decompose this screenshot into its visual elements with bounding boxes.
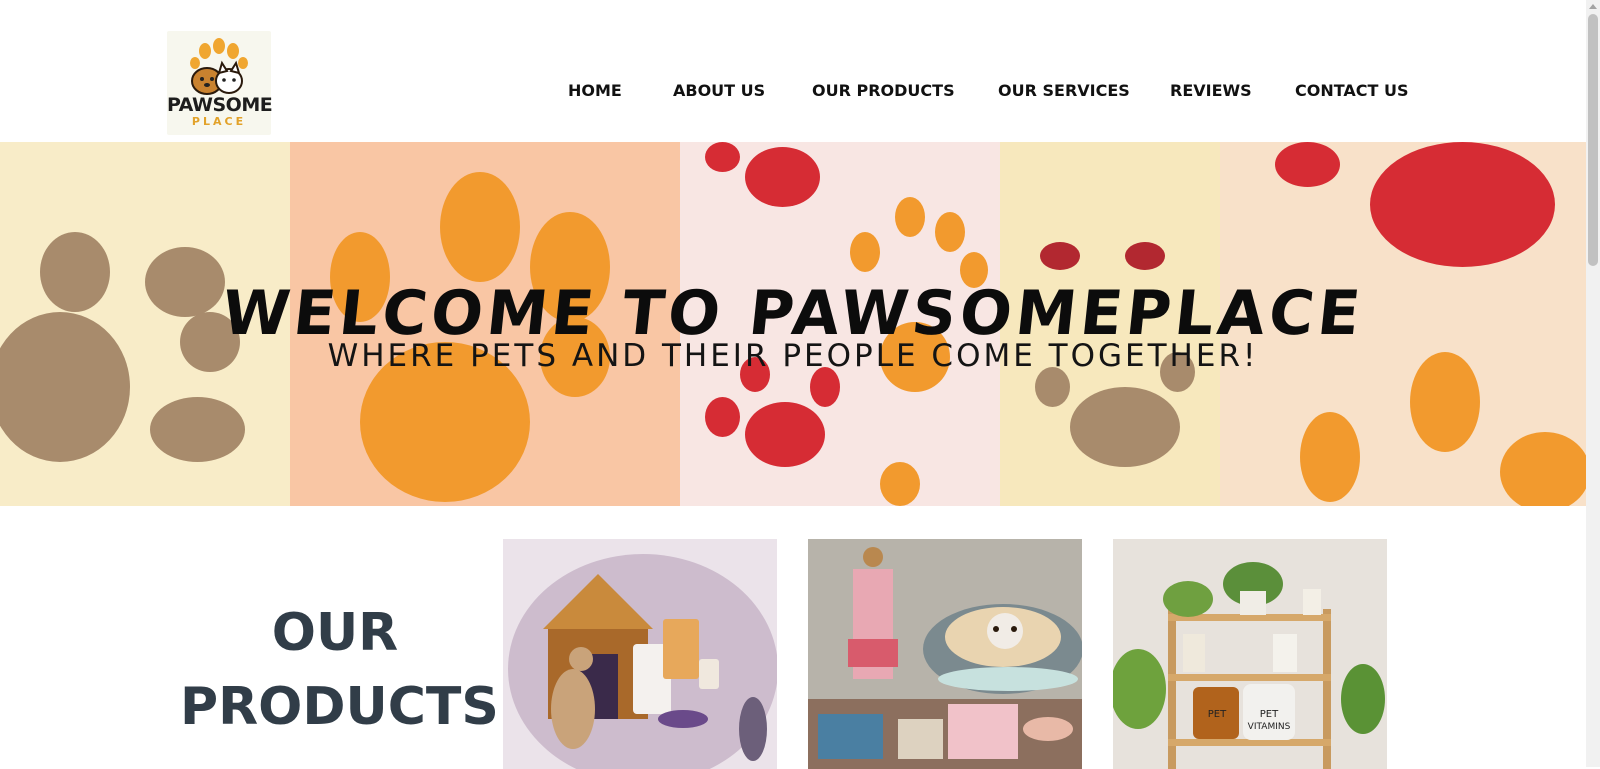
nav-contact-us[interactable]: CONTACT US bbox=[1295, 80, 1409, 102]
hero-banner: WELCOME TO PAWSOMEPLACE WHERE PETS AND T… bbox=[0, 142, 1586, 506]
paw-print-icon bbox=[440, 172, 520, 282]
products-heading: OUR PRODUCTS bbox=[180, 596, 499, 744]
pet-clothing-and-bed-photo-icon bbox=[808, 539, 1082, 769]
paw-print-icon bbox=[1370, 142, 1555, 267]
paw-print-icon bbox=[850, 232, 880, 272]
paw-print-icon bbox=[745, 147, 820, 207]
logo-name: PAWSOME bbox=[167, 94, 273, 116]
nav-our-products[interactable]: OUR PRODUCTS bbox=[812, 80, 955, 102]
vitamin-jar-label: PET bbox=[1260, 709, 1279, 720]
nav-our-services[interactable]: OUR SERVICES bbox=[998, 80, 1130, 102]
pet-vitamins-shelf-photo-icon: PET PET VITAMINS bbox=[1113, 539, 1387, 769]
paw-print-icon bbox=[1070, 387, 1180, 467]
scrollbar-thumb[interactable] bbox=[1588, 14, 1598, 266]
products-heading-line2: PRODUCTS bbox=[180, 677, 499, 737]
paw-print-icon bbox=[150, 397, 245, 462]
vitamin-jar-label: PET bbox=[1208, 709, 1227, 720]
paw-print-icon bbox=[935, 212, 965, 252]
pet-food-and-house-illustration-icon bbox=[503, 539, 777, 769]
product-card-vitamins[interactable]: PET PET VITAMINS bbox=[1113, 539, 1387, 769]
paw-print-icon bbox=[880, 462, 920, 506]
product-card-food[interactable] bbox=[503, 539, 777, 769]
product-card-clothing[interactable] bbox=[808, 539, 1082, 769]
paw-print-icon bbox=[895, 197, 925, 237]
vitamin-jar-label: VITAMINS bbox=[1248, 722, 1291, 732]
nav-home[interactable]: HOME bbox=[568, 80, 622, 102]
nav-about-us[interactable]: ABOUT US bbox=[673, 80, 765, 102]
paw-print-icon bbox=[705, 142, 740, 172]
page-scrollbar[interactable] bbox=[1586, 0, 1600, 767]
nav-reviews[interactable]: REVIEWS bbox=[1170, 80, 1252, 102]
site-logo[interactable]: PAWSOME PLACE bbox=[167, 31, 273, 135]
paw-print-icon bbox=[705, 397, 740, 437]
products-heading-line1: OUR bbox=[271, 603, 399, 663]
site-header: PAWSOME PLACE HOME ABOUT US OUR PRODUCTS… bbox=[0, 0, 1586, 142]
paw-print-icon bbox=[1125, 242, 1165, 270]
paw-print-icon bbox=[1040, 242, 1080, 270]
paw-print-icon bbox=[1275, 142, 1340, 187]
hero-subtitle: WHERE PETS AND THEIR PEOPLE COME TOGETHE… bbox=[327, 338, 1259, 374]
scroll-up-arrow-icon[interactable] bbox=[1589, 4, 1597, 9]
paw-print-icon bbox=[1300, 412, 1360, 502]
paw-print-icon bbox=[745, 402, 825, 467]
logo-subname: PLACE bbox=[191, 115, 247, 128]
paw-print-icon bbox=[1500, 432, 1586, 506]
